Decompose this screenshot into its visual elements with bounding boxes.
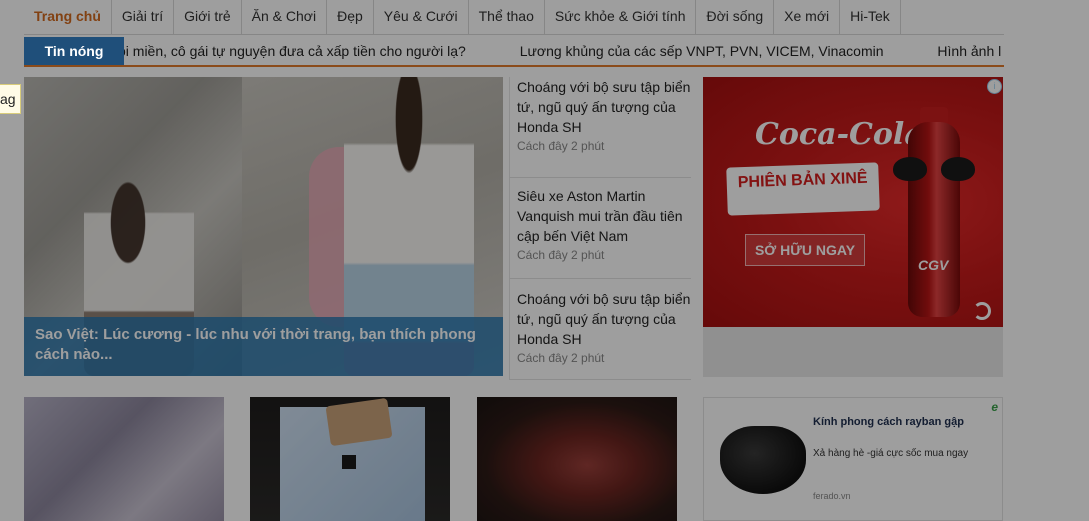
- ad-cta-button[interactable]: SỞ HỮU NGAY: [745, 234, 865, 266]
- thumbnail-story[interactable]: [250, 397, 450, 521]
- nav-item-suc-khoe[interactable]: Sức khỏe & Giới tính: [545, 0, 697, 34]
- bottle-label: CGV: [918, 257, 949, 273]
- thumbnail-tag: [325, 397, 393, 447]
- replay-icon[interactable]: [973, 302, 991, 320]
- glasses-image: [720, 426, 806, 494]
- news-time: Cách đây 2 phút: [517, 248, 605, 262]
- news-time: Cách đây 2 phút: [517, 351, 605, 365]
- ticker-items: ôi miền, cô gái tự nguyện đưa cả xấp tiề…: [118, 37, 1004, 65]
- thumbnail-story[interactable]: [477, 397, 677, 521]
- page: Trang chủ Giải trí Giới trẻ Ăn & Chơi Đẹ…: [0, 0, 1089, 521]
- ad-network-icon: e: [991, 400, 998, 414]
- news-time: Cách đây 2 phút: [517, 139, 605, 153]
- main-nav: Trang chủ Giải trí Giới trẻ Ăn & Chơi Đẹ…: [24, 0, 1004, 35]
- coca-cola-banner-ad[interactable]: i Coca-Cola PHIÊN BẢN XINÊ SỞ HỮU NGAY C…: [703, 77, 1003, 327]
- ad-edition-label: PHIÊN BẢN XINÊ: [726, 162, 880, 216]
- list-item[interactable]: Choáng với bộ sưu tập biển tứ, ngũ quý ấ…: [509, 77, 691, 178]
- news-title[interactable]: Siêu xe Aston Martin Vanquish mui trần đ…: [517, 186, 691, 246]
- sunglasses-icon: [893, 157, 975, 183]
- ad-brand-logo: Coca-Cola: [755, 117, 924, 152]
- nav-item-trang-chu[interactable]: Trang chủ: [24, 0, 112, 34]
- nav-item-dep[interactable]: Đẹp: [327, 0, 374, 34]
- featured-caption[interactable]: Sao Việt: Lúc cương - lúc nhu với thời t…: [24, 317, 503, 376]
- nav-item-giai-tri[interactable]: Giải trí: [112, 0, 175, 34]
- ticker-link[interactable]: Hình ảnh l: [937, 37, 1001, 65]
- news-list: Choáng với bộ sưu tập biển tứ, ngũ quý ấ…: [509, 77, 691, 380]
- tooltip: ag: [0, 84, 21, 114]
- info-icon[interactable]: i: [987, 79, 1002, 94]
- news-title[interactable]: Choáng với bộ sưu tập biển tứ, ngũ quý ấ…: [517, 77, 691, 137]
- hot-news-ticker: Tin nóng ôi miền, cô gái tự nguyện đưa c…: [24, 37, 1004, 67]
- side-ad-desc: Xả hàng hè -giá cực sốc mua ngay: [813, 448, 969, 459]
- thumbnail-chip: [342, 455, 356, 469]
- nav-item-yeu-cuoi[interactable]: Yêu & Cưới: [374, 0, 469, 34]
- featured-story[interactable]: Sao Việt: Lúc cương - lúc nhu với thời t…: [24, 77, 503, 376]
- list-item[interactable]: Siêu xe Aston Martin Vanquish mui trần đ…: [509, 178, 691, 279]
- thumbnail-story[interactable]: [24, 397, 224, 521]
- ticker-label: Tin nóng: [24, 37, 124, 65]
- nav-item-the-thao[interactable]: Thể thao: [469, 0, 545, 34]
- rayban-text-ad[interactable]: e Kính phong cách rayban gập Xả hàng hè …: [703, 397, 1003, 521]
- ticker-link[interactable]: ôi miền, cô gái tự nguyện đưa cả xấp tiề…: [118, 37, 466, 65]
- bottle-image: [908, 122, 960, 317]
- nav-item-an-choi[interactable]: Ăn & Chơi: [242, 0, 328, 34]
- news-title[interactable]: Choáng với bộ sưu tập biển tứ, ngũ quý ấ…: [517, 289, 691, 349]
- side-ad-domain: ferado.vn: [813, 491, 851, 501]
- nav-item-xe-moi[interactable]: Xe mới: [774, 0, 841, 34]
- nav-item-gioi-tre[interactable]: Giới trẻ: [174, 0, 242, 34]
- ticker-link[interactable]: Lương khủng của các sếp VNPT, PVN, VICEM…: [520, 37, 884, 65]
- nav-item-hi-tek[interactable]: Hi-Tek: [840, 0, 901, 34]
- side-ad-title[interactable]: Kính phong cách rayban gập: [813, 416, 964, 428]
- list-item[interactable]: Choáng với bộ sưu tập biển tứ, ngũ quý ấ…: [509, 279, 691, 380]
- ad-footer-space: [703, 327, 1003, 377]
- nav-item-doi-song[interactable]: Đời sống: [696, 0, 775, 34]
